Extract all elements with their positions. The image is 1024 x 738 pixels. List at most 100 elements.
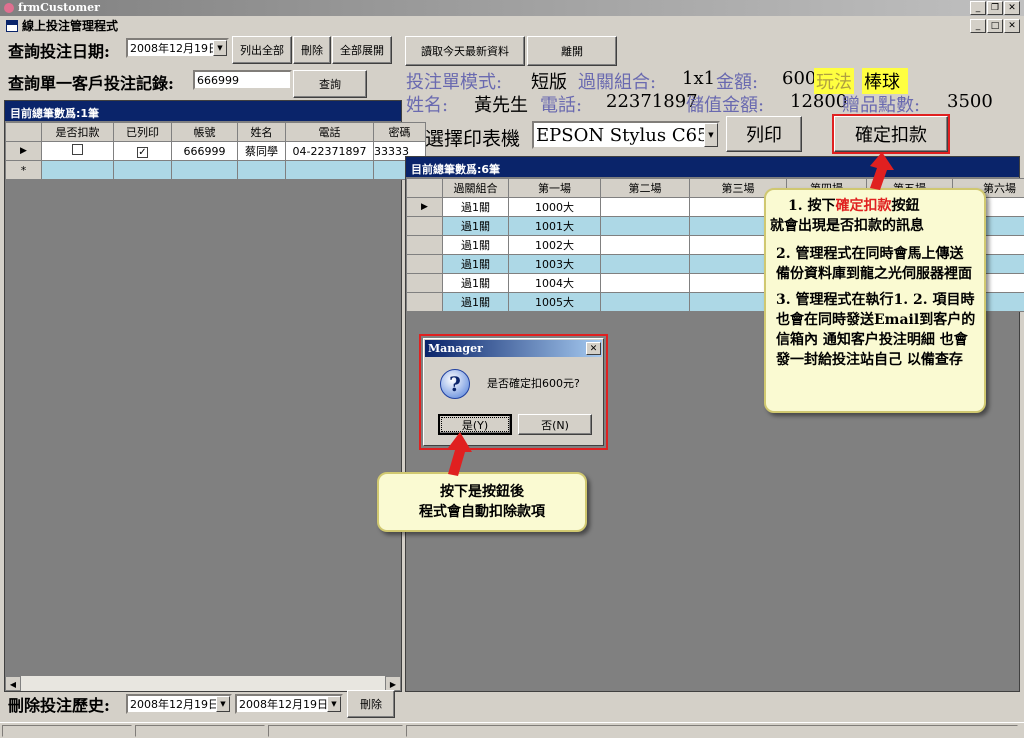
dialog-title-bar: Manager: [425, 340, 602, 357]
status-panel: [2, 725, 132, 737]
name-label: 姓名:: [406, 95, 449, 116]
inner-close-button[interactable]: ✕: [1004, 19, 1020, 33]
chevron-down-icon: ▼: [704, 123, 718, 147]
feature-callout: 1. 按下確定扣款按鈕 就會出現是否扣款的訊息 2. 管理程式在同時會馬上傳送備…: [764, 188, 986, 413]
left-grid-header-row: 是否扣款 已列印 帳號 姓名 電話 密碼: [5, 122, 426, 142]
game1-cell[interactable]: 1003大: [508, 254, 601, 274]
query-date-picker[interactable]: 2008年12月19日 ▼: [126, 38, 229, 58]
row-selector-arrow-icon[interactable]: ▶: [5, 141, 42, 161]
amount-value: 600: [782, 68, 817, 89]
no-button[interactable]: 否(N): [518, 414, 592, 435]
column-header[interactable]: 姓名: [237, 122, 286, 142]
history-from-date[interactable]: 2008年12月19日 ▼: [126, 694, 232, 714]
callout-highlight-text: 確定扣款: [835, 198, 892, 214]
status-bar: [0, 722, 1024, 738]
app-icon: [4, 3, 14, 13]
outer-minimize-button[interactable]: _: [970, 1, 986, 15]
read-latest-button[interactable]: 讀取今天最新資料: [405, 36, 525, 66]
outer-title-bar: frmCustomer: [0, 0, 1024, 16]
game1-cell[interactable]: 1004大: [508, 273, 601, 293]
chevron-down-icon: ▼: [327, 696, 341, 712]
combo-cell[interactable]: 過1關: [442, 216, 509, 236]
printed-checkbox[interactable]: ✓: [113, 141, 172, 161]
expand-all-button[interactable]: 全部展開: [332, 36, 392, 64]
game1-cell[interactable]: 1000大: [508, 197, 601, 217]
new-row-marker: *: [5, 160, 42, 180]
phone-cell[interactable]: 04-22371897: [285, 141, 374, 161]
status-panel: [135, 725, 265, 737]
exit-button[interactable]: 離開: [527, 36, 617, 66]
column-header[interactable]: 第一場: [508, 178, 601, 198]
callout-point-2: 2. 管理程式在同時會馬上傳送備份資料庫到龍之光伺服器裡面: [776, 246, 972, 282]
list-all-button[interactable]: 列出全部: [232, 36, 292, 64]
right-grid-title: 目前總筆數爲:6筆: [406, 157, 1019, 177]
print-button[interactable]: 列印: [726, 116, 802, 152]
instruction-callout: 按下是按鈕後 程式會自動扣除款項: [377, 472, 587, 532]
game1-cell[interactable]: 1001大: [508, 216, 601, 236]
left-grid-hscrollbar[interactable]: ◀ ▶: [5, 675, 401, 691]
combo-cell[interactable]: 過1關: [442, 197, 509, 217]
callout-arrow-icon: [870, 152, 894, 190]
delete-button[interactable]: 刪除: [293, 36, 331, 64]
stored-label: 儲值金額:: [686, 95, 765, 116]
history-label: 刪除投注歷史:: [8, 696, 110, 715]
inner-maximize-button[interactable]: □: [987, 19, 1003, 33]
column-header[interactable]: 過關組合: [442, 178, 509, 198]
outer-restore-button[interactable]: ❐: [987, 1, 1003, 15]
callout-point-3: 3. 管理程式在執行1. 2. 項目時 也會在同時發送Email到客户的信箱內 …: [776, 292, 976, 368]
account-cell[interactable]: 666999: [171, 141, 238, 161]
outer-title: frmCustomer: [18, 1, 100, 14]
combo-value: 1x1: [682, 68, 716, 89]
game1-cell[interactable]: 1005大: [508, 292, 601, 312]
dialog-close-button[interactable]: ✕: [586, 342, 601, 355]
column-header[interactable]: 已列印: [113, 122, 172, 142]
instruction-line-1: 按下是按鈕後: [440, 484, 524, 500]
outer-close-button[interactable]: ✕: [1004, 1, 1020, 15]
history-to-value: 2008年12月19日: [239, 698, 328, 711]
combo-cell[interactable]: 過1關: [442, 273, 509, 293]
deducted-checkbox[interactable]: [41, 141, 114, 161]
column-header[interactable]: 電話: [285, 122, 374, 142]
column-header[interactable]: 帳號: [171, 122, 238, 142]
row-header-corner: [406, 178, 443, 198]
row-selector-arrow-icon[interactable]: ▶: [406, 197, 443, 217]
left-grid: 目前總筆數爲:1筆 是否扣款 已列印 帳號 姓名 電話 密碼 ▶ ✓ 66699…: [4, 100, 426, 692]
instruction-line-2: 程式會自動扣除款項: [419, 504, 545, 520]
column-header[interactable]: 第二場: [600, 178, 690, 198]
form-icon: [6, 20, 18, 32]
row-header-corner: [5, 122, 42, 142]
dialog-title: Manager: [428, 342, 483, 355]
inner-title: 線上投注管理程式: [22, 19, 119, 33]
new-row[interactable]: *: [5, 160, 426, 180]
column-header[interactable]: 是否扣款: [41, 122, 114, 142]
scroll-left-icon[interactable]: ◀: [5, 676, 21, 691]
left-grid-title: 目前總筆數爲:1筆: [5, 101, 401, 121]
history-delete-button[interactable]: 刪除: [347, 690, 395, 718]
instruction-arrow-icon: [448, 432, 472, 476]
name-value: 黃先生: [474, 95, 528, 116]
query-date-label: 查詢投注日期:: [8, 42, 110, 61]
callout-point-1-detail: 就會出現是否扣款的訊息: [770, 218, 924, 234]
confirm-highlight-box: [832, 114, 950, 154]
search-button[interactable]: 查詢: [293, 70, 367, 98]
history-to-date[interactable]: 2008年12月19日 ▼: [235, 694, 343, 714]
callout-text: 1. 按下: [788, 198, 836, 214]
chevron-down-icon: ▼: [213, 40, 227, 56]
combo-cell[interactable]: 過1關: [442, 292, 509, 312]
callout-point-1: 1. 按下確定扣款按鈕: [776, 196, 976, 216]
question-icon: ?: [440, 369, 470, 399]
combo-cell[interactable]: 過1關: [442, 254, 509, 274]
combo-cell[interactable]: 過1關: [442, 235, 509, 255]
left-grid-table: 是否扣款 已列印 帳號 姓名 電話 密碼 ▶ ✓ 666999 蔡同學 04-2…: [5, 122, 426, 180]
customer-id-input[interactable]: 666999: [193, 70, 292, 90]
scroll-right-icon[interactable]: ▶: [385, 676, 401, 691]
inner-minimize-button[interactable]: _: [970, 19, 986, 33]
table-row[interactable]: ▶ ✓ 666999 蔡同學 04-22371897 33333: [5, 141, 426, 161]
status-panel: [268, 725, 403, 737]
stored-value: 12800: [790, 91, 848, 112]
printer-select[interactable]: EPSON Stylus C65 Se▼: [532, 121, 720, 149]
name-cell[interactable]: 蔡同學: [237, 141, 286, 161]
inner-title-bar: 線上投注管理程式: [2, 17, 1022, 35]
game1-cell[interactable]: 1002大: [508, 235, 601, 255]
column-header[interactable]: 密碼: [373, 122, 426, 142]
